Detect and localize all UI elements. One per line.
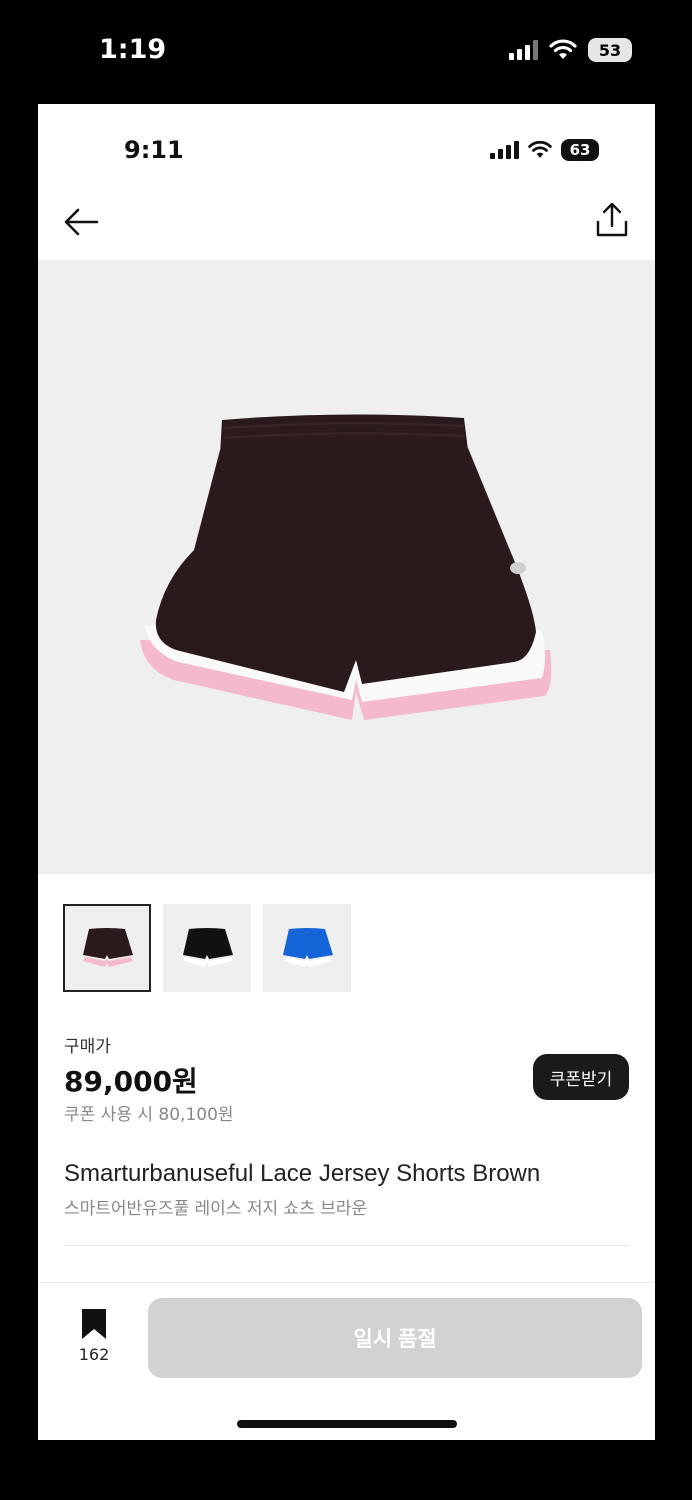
battery-icon: 63 <box>561 139 599 161</box>
inner-battery-level: 63 <box>569 141 591 159</box>
wifi-icon <box>528 140 552 158</box>
cellular-signal-icon <box>509 40 538 60</box>
home-indicator <box>237 1420 457 1428</box>
get-coupon-button[interactable]: 쿠폰받기 <box>533 1054 629 1100</box>
outer-status-icons: 53 <box>509 38 632 62</box>
cellular-signal-icon <box>490 141 519 159</box>
sold-out-button[interactable]: 일시 품절 <box>148 1298 642 1378</box>
top-nav <box>38 184 655 260</box>
bookmark-button[interactable]: 162 <box>68 1307 120 1364</box>
wifi-icon <box>549 39 577 59</box>
inner-status-bar: 9:11 63 <box>38 104 655 184</box>
price-label: 구매가 <box>64 1037 111 1057</box>
share-icon <box>596 202 628 237</box>
product-image <box>38 260 655 874</box>
thumbnail-list <box>63 904 351 992</box>
coupon-price: 쿠폰 사용 시 80,100원 <box>64 1105 234 1125</box>
shorts-image <box>140 414 552 720</box>
inner-status-icons: 63 <box>490 139 599 161</box>
shorts-thumbnail-brown <box>83 928 133 967</box>
outer-battery-level: 53 <box>598 40 622 60</box>
outer-status-time: 1:19 <box>99 34 167 65</box>
inner-status-time: 9:11 <box>124 136 184 164</box>
app-screen: 9:11 63 구매가 89,000원 쿠폰 사용 시 80,100원 쿠폰받기… <box>38 104 655 1440</box>
battery-icon: 53 <box>588 38 632 62</box>
price: 89,000원 <box>64 1065 198 1098</box>
bottom-action-bar: 162 일시 품절 <box>38 1282 655 1440</box>
product-title-korean: 스마트어반유즈풀 레이스 저지 쇼츠 브라운 <box>64 1199 368 1219</box>
back-button[interactable] <box>58 200 104 244</box>
arrow-left-icon <box>64 208 99 236</box>
share-button[interactable] <box>589 196 635 244</box>
divider <box>64 1245 629 1246</box>
outer-status-bar: 1:19 53 <box>0 0 692 104</box>
product-title: Smarturbanuseful Lace Jersey Shorts Brow… <box>64 1160 541 1187</box>
thumbnail-blue[interactable] <box>263 904 351 992</box>
shorts-thumbnail-blue <box>283 928 333 967</box>
bookmark-count: 162 <box>78 1345 110 1364</box>
thumbnail-black[interactable] <box>163 904 251 992</box>
thumbnail-brown[interactable] <box>63 904 151 992</box>
bookmark-icon <box>82 1309 106 1339</box>
shorts-thumbnail-black <box>183 928 233 967</box>
